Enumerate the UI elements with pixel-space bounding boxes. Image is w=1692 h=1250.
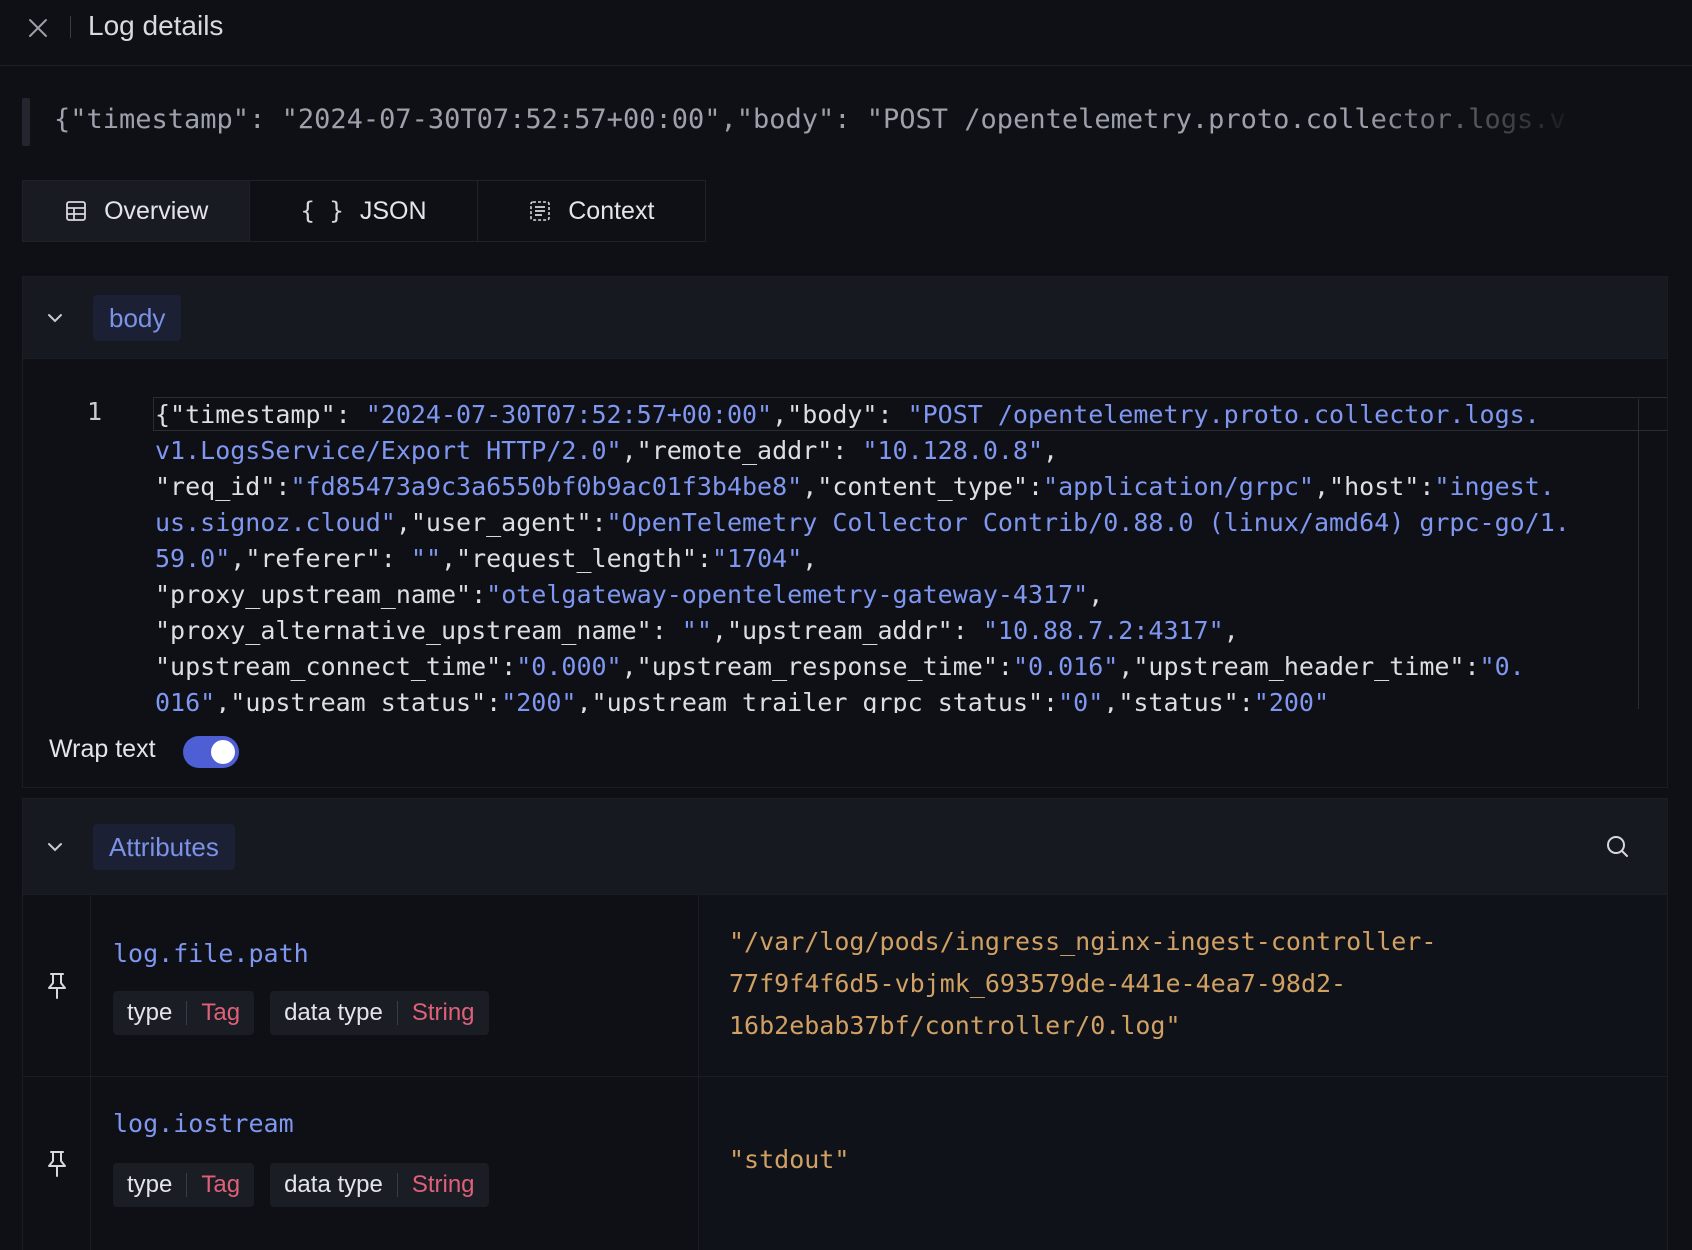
wrap-text-toggle[interactable] <box>183 736 239 768</box>
pill-separator <box>396 1001 398 1025</box>
list-icon <box>528 199 552 223</box>
body-section-title: body <box>93 295 182 341</box>
toggle-knob <box>211 740 235 764</box>
attribute-value-cell: "stdout" <box>699 1077 1667 1250</box>
tab-json[interactable]: { } JSON <box>250 181 478 241</box>
pin-cell <box>23 895 91 1076</box>
header-bar: Log details <box>0 0 1692 66</box>
pin-cell <box>23 1077 91 1250</box>
attribute-meta: type Tag data type String <box>113 991 489 1035</box>
type-label: type <box>127 999 173 1026</box>
type-value: Tag <box>201 1171 241 1198</box>
page-title: Log details <box>88 10 224 41</box>
search-icon <box>1607 836 1628 857</box>
body-code-text: {"timestamp": "2024-07-30T07:52:57+00:00… <box>155 400 1570 713</box>
tab-overview-label: Overview <box>104 196 209 225</box>
pill-separator <box>186 1173 188 1197</box>
attribute-row: log.file.path type Tag data type String … <box>23 895 1667 1077</box>
chevron-down-icon[interactable] <box>41 833 69 861</box>
type-label: type <box>127 1171 173 1198</box>
data-type-label: data type <box>284 1171 383 1198</box>
body-code-editor[interactable]: 1 {"timestamp": "2024-07-30T07:52:57+00:… <box>23 359 1667 713</box>
raw-log-indicator <box>22 98 30 146</box>
pin-icon[interactable] <box>44 971 70 1001</box>
pill-separator <box>186 1001 188 1025</box>
tab-context-label: Context <box>568 196 655 225</box>
data-type-value: String <box>411 1171 475 1198</box>
attribute-value-line: 16b2ebab37bf/controller/0.log" <box>729 1011 1181 1040</box>
chevron-down-icon[interactable] <box>41 304 69 332</box>
body-panel-header[interactable]: body <box>23 277 1667 359</box>
attribute-key-cell: log.iostream type Tag data type String <box>91 1077 699 1250</box>
pill-separator <box>396 1173 398 1197</box>
attribute-value: "/var/log/pods/ingress_nginx-ingest-cont… <box>729 921 1549 1047</box>
tab-context[interactable]: Context <box>478 181 705 241</box>
data-type-pill: data type String <box>270 991 489 1035</box>
type-pill: type Tag <box>113 991 255 1035</box>
data-type-value: String <box>411 999 475 1026</box>
attributes-panel: Attributes log.file.path type Tag data t… <box>22 798 1668 1250</box>
attribute-key: log.iostream <box>113 1109 294 1138</box>
header-divider <box>70 16 71 38</box>
attribute-value-line: "/var/log/pods/ingress_nginx-ingest-cont… <box>729 927 1437 956</box>
table-icon <box>64 199 88 223</box>
type-value: Tag <box>201 999 241 1026</box>
attribute-meta: type Tag data type String <box>113 1163 489 1207</box>
tab-json-label: JSON <box>359 196 427 225</box>
pin-icon[interactable] <box>44 1149 70 1179</box>
raw-log-fade <box>1362 98 1622 146</box>
wrap-text-label: Wrap text <box>49 735 156 763</box>
attribute-key: log.file.path <box>113 939 309 968</box>
raw-log-text: {"timestamp": "2024-07-30T07:52:57+00:00… <box>54 104 1566 135</box>
wrap-text-row: Wrap text <box>23 713 1667 791</box>
view-tabs: Overview { } JSON Context <box>22 180 706 242</box>
close-icon <box>29 19 47 37</box>
body-panel: body 1 {"timestamp": "2024-07-30T07:52:5… <box>22 276 1668 788</box>
attribute-row: log.iostream type Tag data type String "… <box>23 1077 1667 1250</box>
attribute-key-cell: log.file.path type Tag data type String <box>91 895 699 1076</box>
attributes-section-title: Attributes <box>93 824 235 870</box>
close-button[interactable] <box>24 14 52 42</box>
type-pill: type Tag <box>113 1163 255 1207</box>
attributes-panel-header[interactable]: Attributes <box>23 799 1667 895</box>
attribute-value-cell: "/var/log/pods/ingress_nginx-ingest-cont… <box>699 895 1667 1076</box>
attribute-value-line: 77f9f4f6d5-vbjmk_693579de-441e-4ea7-98d2… <box>729 969 1347 998</box>
tab-overview[interactable]: Overview <box>23 181 251 241</box>
attribute-value: "stdout" <box>729 1145 850 1174</box>
raw-log-preview: {"timestamp": "2024-07-30T07:52:57+00:00… <box>22 98 1622 146</box>
braces-icon: { } <box>300 197 344 225</box>
line-number: 1 <box>87 397 103 426</box>
search-button[interactable] <box>1605 834 1631 860</box>
data-type-pill: data type String <box>270 1163 489 1207</box>
code-scrollbar[interactable] <box>1638 399 1639 709</box>
data-type-label: data type <box>284 999 383 1026</box>
